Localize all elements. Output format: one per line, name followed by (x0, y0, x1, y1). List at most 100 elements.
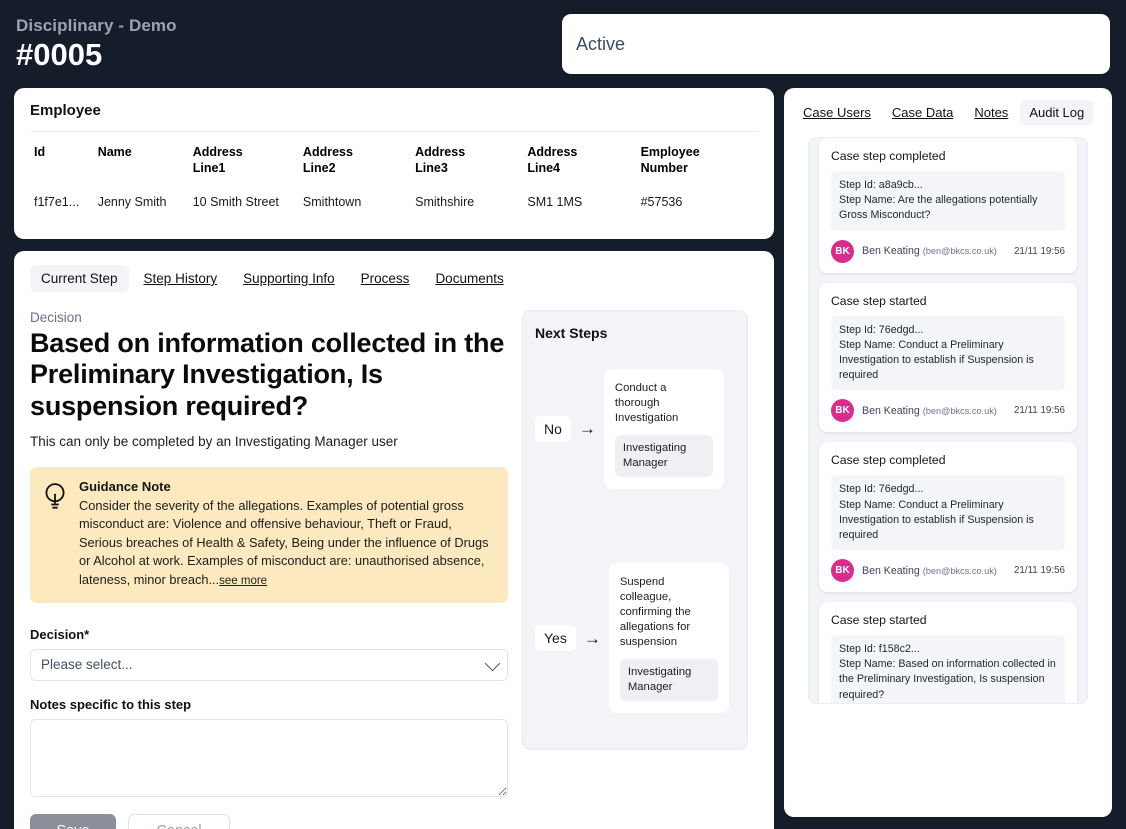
column-header-a2-line2: Line2 (302, 160, 336, 175)
column-header-id-line1: Id (34, 145, 46, 159)
tab-current-step[interactable]: Current Step (30, 264, 129, 292)
next-step-name-yes: Suspend colleague, confirming the allega… (619, 575, 691, 649)
header-title-group: Disciplinary - Demo #0005 (16, 16, 177, 72)
audit-log-entry[interactable]: Case step completed Step Id: 76edgd... S… (819, 442, 1077, 593)
audit-entry-footer: BK Ben Keating (ben@bkcs.co.uk) 21/11 19… (831, 239, 1065, 263)
save-button[interactable]: Save (30, 813, 116, 829)
audit-entry-step-id: Step Id: f158c2... (839, 643, 920, 656)
audit-entry-user-email: (ben@bkcs.co.uk) (922, 565, 997, 576)
next-step-role-yes: Investigating Manager (619, 659, 718, 702)
column-header-address-line4: Address Line4 (523, 131, 637, 189)
audit-entry-footer: BK Ben Keating (ben@bkcs.co.uk) 21/11 19… (831, 559, 1065, 583)
left-column: Employee Id Name Address Line1 Address L… (14, 88, 774, 829)
audit-entry-user: Ben Keating (ben@bkcs.co.uk) (862, 565, 1006, 577)
column-header-a4-line2: Line4 (527, 160, 561, 175)
guidance-text: Consider the severity of the allegations… (79, 497, 489, 587)
audit-entry-title: Case step started (831, 293, 927, 308)
audit-entry-footer: BK Ben Keating (ben@bkcs.co.uk) 21/11 19… (831, 399, 1065, 423)
branch-label-yes: Yes (535, 625, 576, 651)
tab-supporting-info[interactable]: Supporting Info (232, 265, 346, 292)
tab-audit-log[interactable]: Audit Log (1020, 100, 1094, 125)
avatar: BK (831, 559, 854, 583)
column-header-id: Id (30, 131, 94, 189)
audit-entry-step-id: Step Id: 76edgd... (839, 323, 924, 336)
audit-entry-timestamp: 21/11 19:56 (1013, 245, 1065, 257)
audit-log-entry[interactable]: Case step started Step Id: 76edgd... Ste… (819, 282, 1077, 433)
cell-address-line4: SM1 1MS (527, 195, 583, 210)
audit-entry-step-id: Step Id: a8a9cb... (839, 179, 923, 191)
side-panel-tabs: Case Users Case Data Notes Audit Log (794, 100, 1102, 125)
column-header-num-line1: Employee (640, 145, 700, 159)
tab-case-data[interactable]: Case Data (883, 100, 962, 125)
audit-entry-timestamp: 21/11 19:56 (1013, 565, 1065, 577)
audit-entry-detail: Step Id: 76edgd... Step Name: Conduct a … (831, 315, 1065, 391)
audit-entry-detail: Step Id: f158c2... Step Name: Based on i… (831, 635, 1065, 703)
column-header-employee-number: Employee Number (636, 131, 758, 189)
column-header-name: Name (93, 131, 189, 189)
audit-entry-title: Case step completed (831, 149, 946, 163)
audit-entry-step-name: Step Name: Conduct a Preliminary Investi… (839, 498, 1034, 541)
step-subtext: This can only be completed by an Investi… (30, 433, 398, 449)
step-actions: Save Cancel (30, 813, 508, 829)
audit-entry-title: Case step completed (831, 453, 946, 468)
status-badge: Active (576, 33, 626, 54)
next-step-card-yes[interactable]: Suspend colleague, confirming the allega… (608, 562, 729, 714)
see-more-link[interactable]: see more (219, 575, 267, 587)
next-step-role-no: Investigating Manager (614, 434, 713, 477)
column-header-a4-line1: Address (527, 145, 578, 159)
branch-label-no: No (535, 415, 571, 442)
column-header-name-line1: Name (97, 145, 132, 159)
guidance-heading: Guidance Note (79, 478, 171, 494)
avatar: BK (831, 399, 854, 423)
next-step-branch-no: No → Conduct a thorough Investigation In… (535, 368, 735, 489)
audit-log-entry[interactable]: Case step started Step Id: f158c2... Ste… (819, 602, 1077, 703)
page-header: Disciplinary - Demo #0005 Active (0, 0, 1126, 88)
audit-entry-user-email: (ben@bkcs.co.uk) (922, 405, 997, 416)
cell-name: Jenny Smith (97, 195, 167, 210)
step-tabs: Current Step Step History Supporting Inf… (30, 264, 758, 292)
audit-entry-detail: Step Id: a8a9cb... Step Name: Are the al… (831, 171, 1065, 231)
case-type-label: Disciplinary - Demo (16, 16, 177, 35)
table-row[interactable]: f1f7e1... Jenny Smith 10 Smith Street Sm… (30, 188, 758, 229)
employee-card-title: Employee (30, 102, 101, 119)
employee-table: Id Name Address Line1 Address Line2 Addr… (30, 131, 758, 229)
next-step-name-no: Conduct a thorough Investigation (614, 381, 679, 424)
audit-log-scroll-container[interactable]: BK Case step completed Step Id: a8a9cb..… (808, 137, 1088, 704)
audit-entry-step-id: Step Id: 76edgd... (839, 483, 924, 496)
case-status-card: Active (562, 14, 1110, 74)
tab-process[interactable]: Process (350, 265, 421, 292)
step-main-content: Decision Based on information collected … (30, 310, 508, 829)
audit-entry-user: Ben Keating (ben@bkcs.co.uk) (862, 405, 1006, 417)
audit-entry-timestamp: 21/11 19:56 (1013, 405, 1065, 417)
cell-id: f1f7e1... (34, 195, 80, 210)
next-step-card-no[interactable]: Conduct a thorough Investigation Investi… (603, 368, 724, 489)
cell-address-line1: 10 Smith Street (192, 195, 279, 210)
column-header-a3-line2: Line3 (415, 160, 448, 175)
audit-log-entry[interactable]: Case step completed Step Id: a8a9cb... S… (819, 138, 1077, 273)
decision-select[interactable]: Please select... Yes No (30, 648, 508, 681)
next-steps-title: Next Steps (535, 324, 608, 341)
table-header-row: Id Name Address Line1 Address Line2 Addr… (30, 131, 758, 189)
guidance-body: Consider the severity of the allegations… (79, 497, 494, 590)
tab-case-users[interactable]: Case Users (794, 100, 880, 125)
cell-address-line2: Smithtown (302, 195, 362, 210)
tab-notes[interactable]: Notes (965, 100, 1017, 125)
column-header-num-line2: Number (640, 160, 688, 175)
decision-label: Decision* (30, 626, 90, 642)
employee-card: Employee Id Name Address Line1 Address L… (14, 88, 774, 239)
guidance-note: Guidance Note Consider the severity of t… (30, 466, 508, 603)
cancel-button[interactable]: Cancel (128, 813, 230, 829)
tab-documents[interactable]: Documents (424, 265, 514, 292)
tab-step-history[interactable]: Step History (133, 265, 229, 292)
arrow-right-icon: → (578, 419, 596, 439)
app-root: Disciplinary - Demo #0005 Active Employe… (0, 0, 1126, 829)
notes-input[interactable] (30, 718, 508, 797)
audit-entry-detail: Step Id: 76edgd... Step Name: Conduct a … (831, 475, 1065, 551)
cell-employee-number: #57536 (640, 195, 683, 210)
next-steps-panel: Next Steps No → Conduct a thorough Inves… (522, 309, 748, 751)
audit-entry-step-name: Step Name: Conduct a Preliminary Investi… (839, 338, 1034, 382)
column-header-a3-line1: Address (415, 145, 466, 159)
audit-entry-title: Case step started (831, 613, 927, 628)
notes-label: Notes specific to this step (30, 696, 192, 712)
lightbulb-icon (45, 483, 65, 509)
